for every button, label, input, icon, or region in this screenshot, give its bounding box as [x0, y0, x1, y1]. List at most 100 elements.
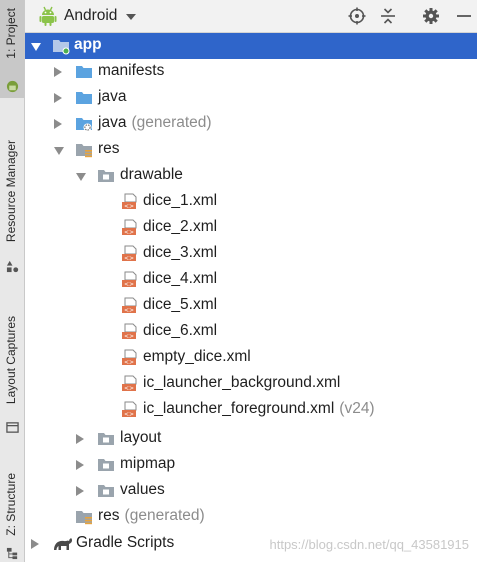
tree-node-label: dice_6.xml [143, 322, 218, 339]
resource-manager-tab-label: Resource Manager [4, 140, 18, 243]
tree-node-dice-5-xml[interactable]: <> dice_5.xml [25, 293, 477, 319]
layout-captures-tool-tab[interactable]: Layout Captures [0, 308, 24, 438]
expand-arrow-icon[interactable] [76, 434, 84, 444]
tree-node-ic-launcher-foreground-xml[interactable]: <> ic_launcher_foreground.xml (v24) [25, 397, 477, 423]
tree-node-dice-3-xml[interactable]: <> dice_3.xml [25, 241, 477, 267]
folder-icon [76, 66, 92, 78]
tree-node-label: dice_2.xml [143, 218, 218, 235]
tree-node-label: java (generated) [98, 114, 212, 131]
grey-folder-icon [98, 459, 114, 471]
project-view-title: Android [64, 7, 118, 24]
res-folder-icon [76, 144, 92, 158]
tree-node-java[interactable]: java [25, 85, 477, 111]
window-icon [6, 422, 19, 433]
svg-text:<>: <> [124, 333, 134, 340]
tree-node-label: res [98, 140, 120, 157]
tree-node-label: empty_dice.xml [143, 348, 251, 365]
project-view-selector[interactable]: Android [39, 6, 137, 26]
tree-node-java-generated[interactable]: java (generated) [25, 111, 477, 137]
tree-node-empty-dice-xml[interactable]: <> empty_dice.xml [25, 345, 477, 371]
android-icon [6, 80, 19, 93]
project-tree: app manifests java java (generated) res … [25, 33, 477, 562]
structure-icon [6, 547, 18, 560]
tree-node-dice-4-xml[interactable]: <> dice_4.xml [25, 267, 477, 293]
svg-text:<>: <> [124, 307, 134, 314]
tree-node-label: dice_4.xml [143, 270, 218, 287]
project-tool-tab[interactable]: 1: Project [0, 0, 24, 98]
tree-node-label: manifests [98, 62, 165, 79]
xml-file-icon: <> [122, 271, 137, 288]
tool-window-strip: 1: Project Resource Manager Layout Captu… [0, 0, 25, 562]
tree-node-ic-launcher-background-xml[interactable]: <> ic_launcher_background.xml [25, 371, 477, 397]
tree-node-drawable[interactable]: drawable [25, 163, 477, 189]
tree-node-label: app [74, 36, 102, 53]
tree-node-values[interactable]: values [25, 478, 477, 504]
expand-arrow-icon[interactable] [54, 93, 62, 103]
xml-file-icon: <> [122, 323, 137, 340]
xml-file-icon: <> [122, 193, 137, 210]
tree-node-suffix: (generated) [131, 114, 212, 131]
svg-text:<>: <> [124, 359, 134, 366]
project-tab-label: 1: Project [4, 8, 18, 59]
tree-node-label: res (generated) [98, 507, 205, 524]
svg-text:<>: <> [124, 203, 134, 210]
tree-node-mipmap[interactable]: mipmap [25, 452, 477, 478]
tree-node-label: dice_5.xml [143, 296, 218, 313]
tree-node-label: mipmap [120, 455, 176, 472]
xml-file-icon: <> [122, 297, 137, 314]
tree-node-dice-6-xml[interactable]: <> dice_6.xml [25, 319, 477, 345]
res-folder-icon [76, 511, 92, 525]
gradle-icon [54, 538, 73, 550]
tree-node-dice-2-xml[interactable]: <> dice_2.xml [25, 215, 477, 241]
tree-node-app[interactable]: app [25, 33, 477, 59]
crosshair-icon[interactable] [348, 7, 366, 25]
expand-arrow-icon[interactable] [76, 460, 84, 470]
project-view-header: Android [25, 0, 477, 33]
layout-captures-tab-label: Layout Captures [4, 316, 18, 405]
grey-folder-icon [98, 170, 114, 182]
tree-node-label: drawable [120, 166, 183, 183]
tree-node-suffix: (v24) [339, 400, 375, 417]
tree-node-manifests[interactable]: manifests [25, 59, 477, 85]
tree-node-suffix: (generated) [124, 507, 205, 524]
tree-node-dice-1-xml[interactable]: <> dice_1.xml [25, 189, 477, 215]
expand-arrow-icon[interactable] [76, 173, 86, 181]
folder-icon [76, 92, 92, 104]
xml-file-icon: <> [122, 375, 137, 392]
structure-tool-tab[interactable]: Z: Structure [0, 465, 24, 562]
svg-text:<>: <> [124, 281, 134, 288]
xml-file-icon: <> [122, 401, 137, 418]
expand-arrow-icon[interactable] [31, 43, 41, 51]
xml-file-icon: <> [122, 219, 137, 236]
grey-folder-icon [98, 433, 114, 445]
tree-node-label: Gradle Scripts [76, 534, 175, 551]
tree-node-label: values [120, 481, 165, 498]
svg-text:<>: <> [124, 255, 134, 262]
expand-arrow-icon[interactable] [54, 119, 62, 129]
grey-folder-icon [98, 485, 114, 497]
gear-icon[interactable] [422, 7, 440, 25]
tree-node-label: ic_launcher_background.xml [143, 374, 341, 391]
expand-arrow-icon[interactable] [31, 539, 39, 549]
xml-file-icon: <> [122, 349, 137, 366]
watermark-text: https://blog.csdn.net/qq_43581915 [269, 537, 470, 552]
collapse-all-icon[interactable] [379, 7, 397, 25]
tree-node-label: layout [120, 429, 162, 446]
minimize-icon[interactable] [455, 7, 473, 25]
tree-node-res-generated[interactable]: res (generated) [25, 504, 477, 530]
expand-arrow-icon[interactable] [76, 486, 84, 496]
tree-node-res[interactable]: res [25, 137, 477, 163]
structure-tab-label: Z: Structure [4, 473, 18, 536]
tree-node-layout[interactable]: layout [25, 426, 477, 452]
tree-node-label: dice_1.xml [143, 192, 218, 209]
expand-arrow-icon[interactable] [54, 67, 62, 77]
svg-text:<>: <> [124, 411, 134, 418]
generated-folder-icon [76, 118, 92, 132]
resource-manager-tool-tab[interactable]: Resource Manager [0, 132, 24, 282]
android-icon [39, 6, 57, 26]
shapes-icon [6, 260, 19, 273]
svg-text:<>: <> [124, 229, 134, 236]
svg-text:<>: <> [124, 385, 134, 392]
tree-node-label: ic_launcher_foreground.xml (v24) [143, 400, 375, 417]
expand-arrow-icon[interactable] [54, 147, 64, 155]
